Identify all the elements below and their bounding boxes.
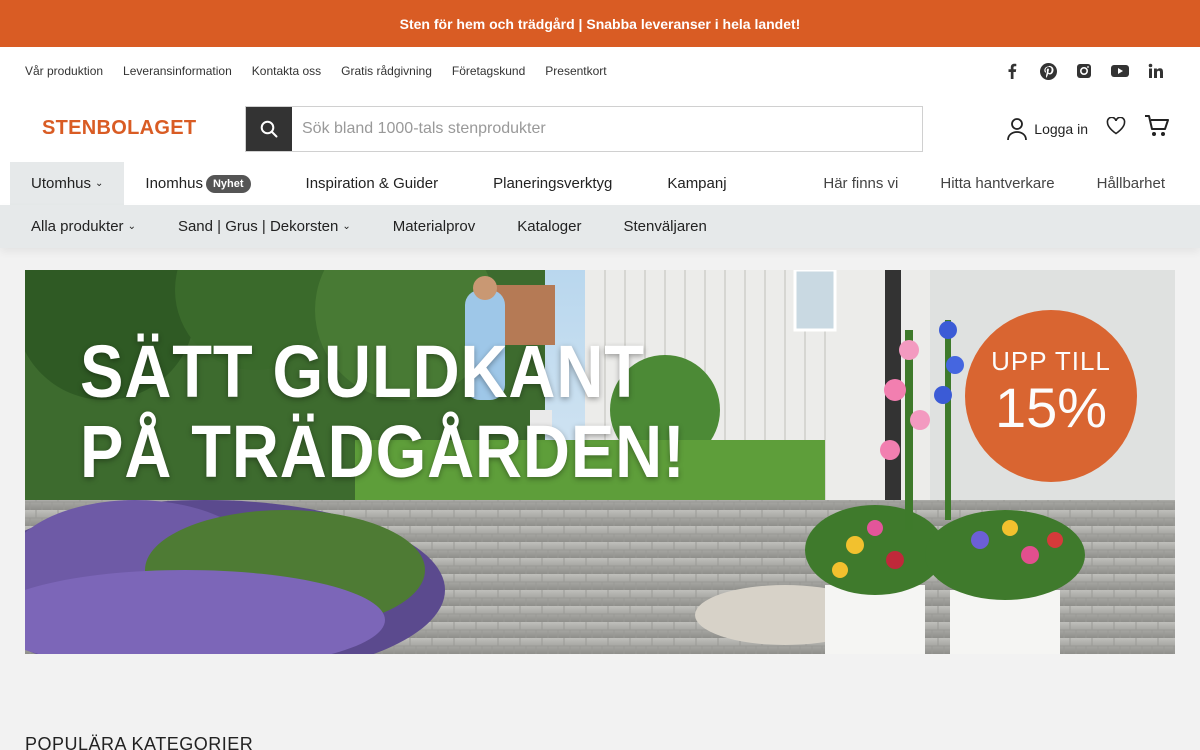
chevron-down-icon: ⌄	[342, 221, 351, 232]
promo-line1: UPP TILL	[991, 346, 1111, 376]
nav-item-campaign[interactable]: Kampanj	[633, 162, 747, 205]
search-input[interactable]	[292, 106, 922, 151]
hero-banner[interactable]: SÄTT GULDKANT PÅ TRÄDGÅRDEN! UPP TILL 15…	[25, 270, 1175, 654]
nav-label: Inspiration & Guider	[305, 175, 439, 192]
top-link-production[interactable]: Vår produktion	[25, 64, 103, 78]
sub-navigation: Alla produkter ⌄ Sand | Grus | Dekorsten…	[0, 205, 1200, 248]
hero-headline: SÄTT GULDKANT PÅ TRÄDGÅRDEN!	[80, 332, 686, 492]
nav-item-sustainability[interactable]: Hållbarhet	[1076, 162, 1190, 205]
nav-label: Kampanj	[667, 175, 727, 192]
announcement-bar: Sten för hem och trädgård | Snabba lever…	[0, 0, 1200, 47]
announcement-text: Sten för hem och trädgård | Snabba lever…	[399, 15, 801, 32]
user-icon	[1007, 117, 1028, 140]
chevron-down-icon: ⌄	[127, 221, 136, 232]
search-button[interactable]	[246, 106, 292, 151]
top-link-business[interactable]: Företagskund	[452, 64, 525, 78]
site-header: STENBOLAGET Logga in	[0, 95, 1200, 162]
nav-item-utomhus[interactable]: Utomhus ⌄	[10, 162, 125, 205]
nav-label: Här finns vi	[823, 175, 899, 192]
site-logo[interactable]: STENBOLAGET	[25, 117, 245, 140]
instagram-icon[interactable]	[1075, 62, 1093, 80]
promo-discount: 15%	[994, 376, 1108, 439]
subnav-label: Materialprov	[392, 218, 476, 235]
pinterest-icon[interactable]	[1039, 62, 1057, 80]
login-label: Logga in	[1034, 120, 1088, 137]
login-button[interactable]: Logga in	[1006, 117, 1088, 141]
top-links-bar: Vår produktion Leveransinformation Konta…	[0, 47, 1200, 95]
nav-item-find-craftsman[interactable]: Hitta hantverkare	[919, 162, 1075, 205]
nav-label: Hållbarhet	[1096, 175, 1165, 192]
search-icon	[260, 120, 278, 137]
cart-icon[interactable]	[1144, 114, 1170, 143]
nav-item-planning-tools[interactable]: Planeringsverktyg	[459, 162, 633, 205]
promo-badge: UPP TILL 15%	[965, 310, 1137, 482]
top-link-giftcard[interactable]: Presentkort	[545, 64, 606, 78]
chevron-down-icon: ⌄	[95, 178, 104, 189]
subnav-all-products[interactable]: Alla produkter ⌄	[10, 218, 157, 235]
nav-label: Hitta hantverkare	[940, 175, 1055, 192]
nav-item-locations[interactable]: Här finns vi	[802, 162, 919, 205]
subnav-label: Sand | Grus | Dekorsten	[177, 218, 339, 235]
main-navigation: Utomhus ⌄ Inomhus Nyhet Inspiration & Gu…	[0, 162, 1200, 205]
subnav-catalogs[interactable]: Kataloger	[496, 218, 602, 235]
subnav-label: Stenväljaren	[623, 218, 707, 235]
subnav-label: Alla produkter	[31, 218, 124, 235]
subnav-material-samples[interactable]: Materialprov	[372, 218, 497, 235]
hero-headline-line2: PÅ TRÄDGÅRDEN!	[80, 410, 686, 493]
search-bar	[245, 105, 923, 152]
top-link-advice[interactable]: Gratis rådgivning	[341, 64, 432, 78]
linkedin-icon[interactable]	[1147, 62, 1165, 80]
subnav-label: Kataloger	[517, 218, 582, 235]
top-link-delivery[interactable]: Leveransinformation	[123, 64, 232, 78]
wishlist-heart-icon[interactable]	[1106, 116, 1126, 140]
subnav-sand-gravel[interactable]: Sand | Grus | Dekorsten ⌄	[157, 218, 372, 235]
nav-label: Planeringsverktyg	[493, 175, 613, 192]
youtube-icon[interactable]	[1111, 62, 1129, 80]
facebook-icon[interactable]	[1003, 62, 1021, 80]
nav-label: Utomhus	[31, 175, 92, 192]
nav-item-inomhus[interactable]: Inomhus Nyhet	[124, 162, 271, 205]
hero-headline-line1: SÄTT GULDKANT	[80, 330, 645, 413]
top-link-contact[interactable]: Kontakta oss	[252, 64, 321, 78]
new-badge: Nyhet	[205, 174, 251, 193]
subnav-stone-selector[interactable]: Stenväljaren	[602, 218, 727, 235]
nav-item-inspiration[interactable]: Inspiration & Guider	[272, 162, 460, 205]
nav-label: Inomhus	[145, 175, 203, 192]
section-title: POPULÄRA KATEGORIER	[25, 734, 254, 750]
